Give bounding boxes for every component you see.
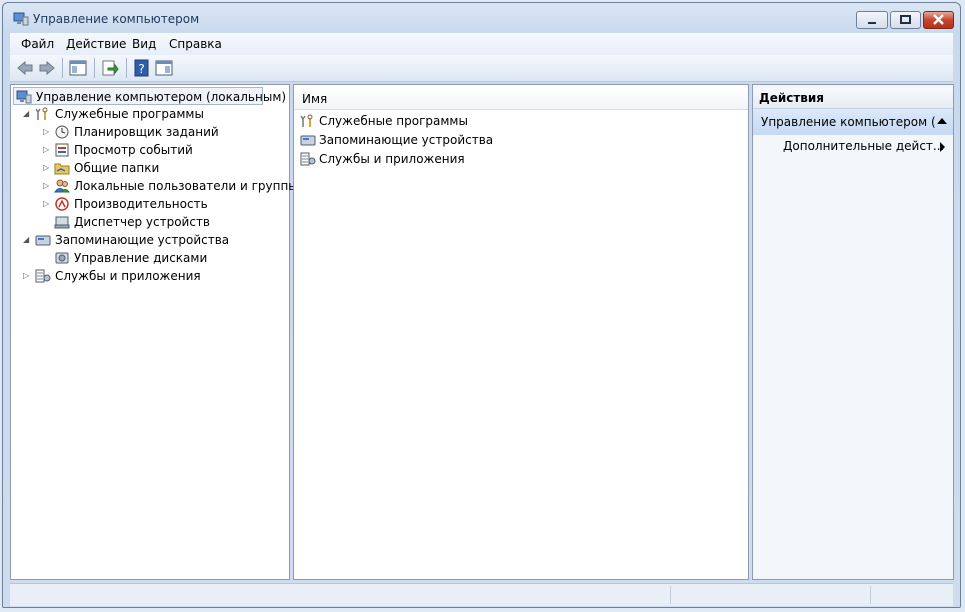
- computer-management-icon: [16, 90, 32, 104]
- tree-item-label: Диспетчер устройств: [74, 215, 211, 229]
- tree-item-label: Запоминающие устройства: [55, 233, 230, 247]
- column-header-name[interactable]: Имя: [294, 89, 748, 110]
- collapsed-arrow-icon[interactable]: ▷: [43, 159, 53, 177]
- tree-item-label: Просмотр событий: [74, 143, 193, 157]
- collapse-triangle-icon[interactable]: [937, 118, 947, 124]
- close-icon: [933, 14, 944, 25]
- collapsed-arrow-icon[interactable]: ▷: [43, 177, 53, 195]
- minimize-icon: [868, 22, 876, 24]
- forward-arrow-icon[interactable]: [38, 59, 56, 77]
- users-icon: [54, 179, 70, 193]
- tools-icon: [35, 107, 48, 120]
- actions-group-label: Управление компьютером (ло...: [761, 115, 936, 129]
- collapsed-arrow-icon[interactable]: ▷: [43, 141, 53, 159]
- tree-root[interactable]: Управление компьютером (локальным): [13, 87, 286, 105]
- list-item-label: Службы и приложения: [319, 152, 465, 166]
- actions-header: Действия: [753, 88, 953, 109]
- show-hide-action-pane-icon[interactable]: [155, 59, 173, 77]
- tree-item-event-viewer[interactable]: ▷ Просмотр событий: [11, 141, 281, 159]
- column-header-label: Имя: [302, 92, 328, 106]
- maximize-button[interactable]: [890, 11, 921, 29]
- tree-item-device-manager[interactable]: Диспетчер устройств: [11, 213, 281, 231]
- menu-file[interactable]: Файл: [21, 37, 54, 51]
- services-icon: [35, 269, 51, 283]
- storage-icon: [300, 135, 316, 146]
- menu-bar: Файл Действие Вид Справка: [10, 33, 953, 55]
- toolbar-separator: [62, 58, 63, 78]
- export-list-icon[interactable]: [101, 59, 119, 77]
- tree-item-services-apps[interactable]: ▷ Службы и приложения: [11, 267, 281, 285]
- expanded-arrow-icon[interactable]: ◢: [23, 105, 33, 123]
- expanded-arrow-icon[interactable]: ◢: [23, 231, 33, 249]
- show-hide-console-tree-icon[interactable]: [69, 59, 87, 77]
- collapsed-arrow-icon[interactable]: ▷: [43, 123, 53, 141]
- menu-view[interactable]: Вид: [132, 37, 156, 51]
- menu-help[interactable]: Справка: [169, 37, 222, 51]
- tree-item-label: Производительность: [74, 197, 208, 211]
- device-manager-icon: [54, 216, 70, 229]
- tree-item-system-tools[interactable]: ◢ Служебные программы: [11, 105, 281, 123]
- tree-item-label: Службы и приложения: [55, 269, 201, 283]
- collapsed-arrow-icon[interactable]: ▷: [43, 195, 53, 213]
- svg-text:?: ?: [138, 62, 144, 76]
- list-item-label: Служебные программы: [319, 114, 468, 128]
- console-tree[interactable]: Управление компьютером (локальным) ◢ Слу…: [10, 84, 298, 580]
- tree-item-disk-management[interactable]: Управление дисками: [11, 249, 281, 267]
- list-item-label: Запоминающие устройства: [319, 133, 494, 147]
- actions-pane: Действия Управление компьютером (ло... Д…: [752, 84, 954, 580]
- tree-item-label: Планировщик заданий: [74, 125, 219, 139]
- status-bar: [10, 583, 953, 606]
- tree-item-shared-folders[interactable]: ▷ Общие папки: [11, 159, 281, 177]
- back-arrow-icon[interactable]: [16, 59, 34, 77]
- tree-item-label: Служебные программы: [55, 107, 204, 121]
- collapsed-arrow-icon[interactable]: ▷: [23, 267, 33, 285]
- tree-item-label: Локальные пользователи и группы: [74, 179, 298, 193]
- status-cell: [670, 586, 871, 604]
- toolbar-separator: [94, 58, 95, 78]
- tree-item-local-users-groups[interactable]: ▷ Локальные пользователи и группы: [11, 177, 298, 195]
- shared-folder-icon: [54, 163, 70, 175]
- title-bar[interactable]: Управление компьютером: [3, 3, 960, 33]
- tree-item-label: Общие папки: [74, 161, 160, 175]
- help-icon[interactable]: ?: [133, 59, 151, 77]
- maximize-icon: [900, 15, 911, 24]
- status-cell: [870, 586, 951, 604]
- window-title: Управление компьютером: [33, 12, 200, 26]
- tree-item-storage[interactable]: ◢ Запоминающие устройства: [11, 231, 281, 249]
- disk-management-icon: [55, 252, 69, 264]
- toolbar: ?: [10, 55, 953, 82]
- minimize-button[interactable]: [856, 11, 888, 29]
- event-viewer-icon: [55, 143, 69, 157]
- clock-icon: [55, 125, 69, 139]
- results-pane[interactable]: Имя Служебные программы Запоминающие уст…: [293, 84, 749, 580]
- storage-icon: [35, 235, 51, 246]
- performance-icon: [55, 197, 69, 211]
- actions-group-computer-management[interactable]: Управление компьютером (ло...: [753, 109, 953, 135]
- tree-item-label: Управление дисками: [74, 251, 208, 265]
- tools-icon: [300, 114, 313, 127]
- menu-action[interactable]: Действие: [66, 37, 126, 51]
- close-button[interactable]: [923, 11, 954, 29]
- submenu-arrow-icon: [940, 142, 945, 152]
- more-actions-link[interactable]: Дополнительные дейст...: [783, 139, 944, 153]
- tree-root-label: Управление компьютером (локальным): [36, 90, 287, 104]
- actions-header-label: Действия: [759, 91, 825, 105]
- tree-item-performance[interactable]: ▷ Производительность: [11, 195, 281, 213]
- computer-management-icon: [13, 12, 29, 26]
- services-icon: [300, 152, 316, 166]
- tree-item-task-scheduler[interactable]: ▷ Планировщик заданий: [11, 123, 281, 141]
- toolbar-separator: [126, 58, 127, 78]
- window: Управление компьютером Файл Действие Вид…: [2, 2, 961, 608]
